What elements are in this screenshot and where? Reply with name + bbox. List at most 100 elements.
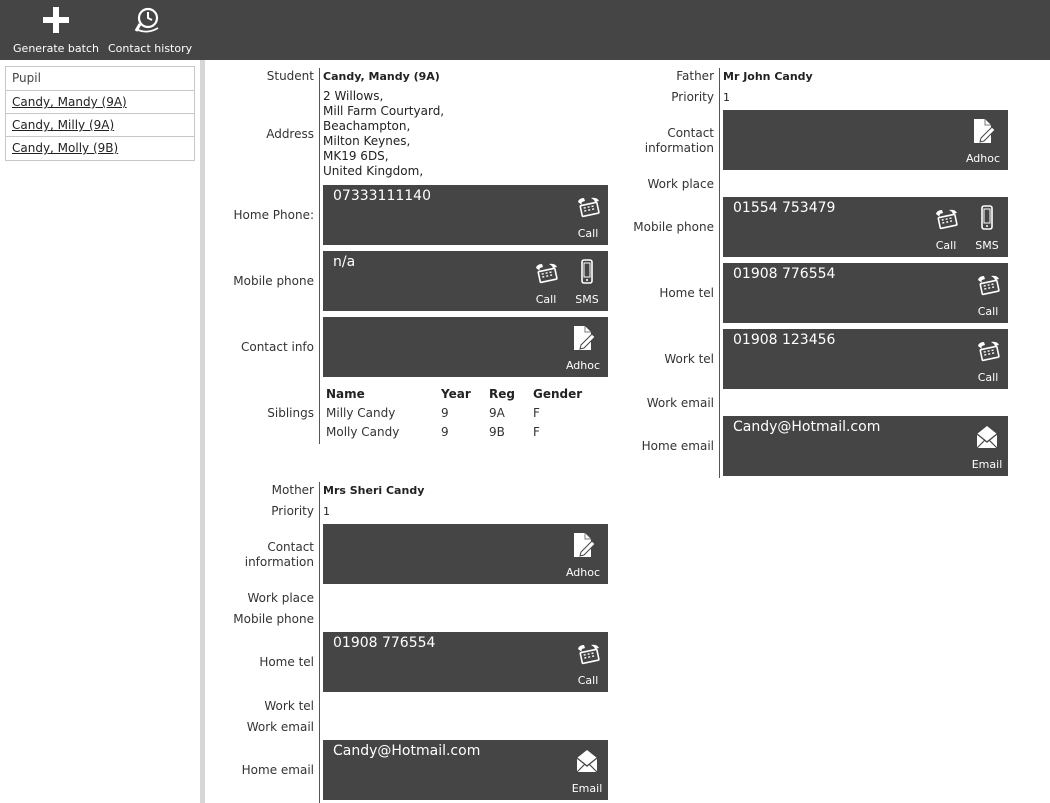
sibling-year: 9: [441, 424, 449, 439]
clock-magnifier-icon: [134, 7, 159, 33]
sibling-reg: 9A: [489, 405, 505, 420]
label-line: information: [644, 141, 714, 155]
father-mobile-label: Mobile phone: [633, 220, 714, 234]
father-work-tel-box: 01908 123456 Call: [723, 329, 1008, 389]
address-line: Mill Farm Courtyard,: [323, 104, 445, 118]
student-label: Student: [266, 69, 314, 83]
pupil-sidebar: Pupil Candy, Mandy (9A) Candy, Milly (9A…: [0, 60, 200, 803]
phone-icon: [533, 259, 559, 285]
mother-work-place-label: Work place: [247, 591, 315, 605]
note-pencil-icon: [570, 325, 596, 351]
pupil-link[interactable]: Candy, Milly (9A): [12, 118, 114, 132]
address-line: Milton Keynes,: [323, 134, 411, 148]
generate-batch-button[interactable]: Generate batch: [12, 0, 100, 60]
adhoc-button[interactable]: Adhoc: [563, 325, 603, 372]
father-home-email-box: Candy@Hotmail.com Email: [723, 416, 1008, 476]
father-home-email-address: Candy@Hotmail.com: [733, 419, 881, 435]
email-button[interactable]: Email: [569, 748, 605, 795]
contact-info-box: Adhoc: [323, 317, 608, 377]
plus-icon: [43, 7, 69, 33]
sms-label: SMS: [575, 293, 599, 306]
father-work-tel-label: Work tel: [664, 352, 714, 366]
sibling-name: Milly Candy: [326, 405, 396, 420]
call-label: Call: [977, 305, 999, 318]
call-label: Call: [935, 239, 957, 252]
sms-button[interactable]: SMS: [569, 259, 605, 306]
toolbar: Generate batch Contact history: [0, 0, 1050, 60]
email-label: Email: [971, 458, 1003, 471]
pupil-list-item[interactable]: Candy, Molly (9B): [6, 137, 194, 160]
call-button[interactable]: Call: [928, 205, 964, 252]
call-button[interactable]: Call: [970, 271, 1006, 318]
father-work-place-label: Work place: [647, 177, 715, 191]
adhoc-label: Adhoc: [565, 566, 601, 579]
generate-batch-label: Generate batch: [13, 42, 99, 55]
father-home-tel-number: 01908 776554: [733, 266, 836, 282]
mother-label: Mother: [271, 483, 314, 497]
adhoc-label: Adhoc: [565, 359, 601, 372]
pupil-list-item[interactable]: Candy, Milly (9A): [6, 114, 194, 137]
divider: [319, 68, 320, 444]
pupil-link[interactable]: Candy, Mandy (9A): [12, 95, 127, 109]
mother-contact-info-box: Adhoc: [323, 524, 608, 584]
pupil-list-header: Pupil: [6, 67, 194, 91]
mobile-phone-number: n/a: [333, 254, 356, 270]
father-work-email-label: Work email: [646, 396, 714, 410]
mother-home-email-box: Candy@Hotmail.com Email: [323, 740, 608, 800]
mobile-icon: [574, 259, 600, 285]
adhoc-button[interactable]: Adhoc: [963, 118, 1003, 165]
father-name: Mr John Candy: [723, 70, 813, 83]
phone-icon: [933, 205, 959, 231]
address-line: United Kingdom,: [323, 164, 424, 178]
father-priority-value: 1: [723, 91, 730, 104]
sibling-year: 9: [441, 405, 449, 420]
father-mobile-box: 01554 753479 Call SMS: [723, 197, 1008, 257]
mother-priority-label: Priority: [271, 504, 314, 518]
mother-home-tel-box: 01908 776554 Call: [323, 632, 608, 692]
phone-icon: [575, 640, 601, 666]
mother-home-email-address: Candy@Hotmail.com: [333, 743, 481, 759]
home-phone-box: 07333111140 Call: [323, 185, 608, 245]
call-label: Call: [977, 371, 999, 384]
father-home-email-label: Home email: [641, 439, 714, 453]
label-line: Contact: [667, 126, 714, 140]
mobile-phone-box: n/a Call SMS: [323, 251, 608, 311]
adhoc-label: Adhoc: [965, 152, 1001, 165]
father-label: Father: [676, 69, 714, 83]
father-home-tel-label: Home tel: [659, 286, 714, 300]
adhoc-button[interactable]: Adhoc: [563, 532, 603, 579]
mother-contact-info-label: Contact information: [210, 540, 314, 570]
sibling-name: Molly Candy: [326, 424, 400, 439]
envelope-icon: [574, 748, 600, 774]
sms-button[interactable]: SMS: [969, 205, 1005, 252]
pupil-link[interactable]: Candy, Molly (9B): [12, 141, 118, 155]
sibling-gender: F: [533, 405, 540, 420]
siblings-header-row: Name Year Reg Gender: [326, 384, 593, 403]
splitter[interactable]: [200, 60, 205, 803]
mother-home-tel-label: Home tel: [259, 655, 314, 669]
phone-icon: [975, 271, 1001, 297]
call-button[interactable]: Call: [570, 640, 606, 687]
contact-history-label: Contact history: [108, 42, 193, 55]
table-row: Molly Candy 9 9B F: [326, 422, 593, 441]
label-line: Contact: [267, 540, 314, 554]
col-year: Year: [441, 386, 471, 401]
call-button[interactable]: Call: [528, 259, 564, 306]
table-row: Milly Candy 9 9A F: [326, 403, 593, 422]
contact-history-button[interactable]: Contact history: [108, 0, 193, 60]
email-button[interactable]: Email: [969, 424, 1005, 471]
home-phone-label: Home Phone:: [233, 208, 314, 222]
call-button[interactable]: Call: [570, 193, 606, 240]
phone-icon: [575, 193, 601, 219]
call-button[interactable]: Call: [970, 337, 1006, 384]
father-home-tel-box: 01908 776554 Call: [723, 263, 1008, 323]
mobile-phone-label: Mobile phone: [233, 274, 314, 288]
home-phone-number: 07333111140: [333, 188, 431, 204]
mother-priority-value: 1: [323, 505, 330, 518]
pupil-list: Pupil Candy, Mandy (9A) Candy, Milly (9A…: [5, 66, 195, 161]
phone-icon: [975, 337, 1001, 363]
mother-work-tel-label: Work tel: [264, 699, 314, 713]
pupil-list-item[interactable]: Candy, Mandy (9A): [6, 91, 194, 114]
col-gender: Gender: [533, 386, 583, 401]
call-label: Call: [577, 227, 599, 240]
